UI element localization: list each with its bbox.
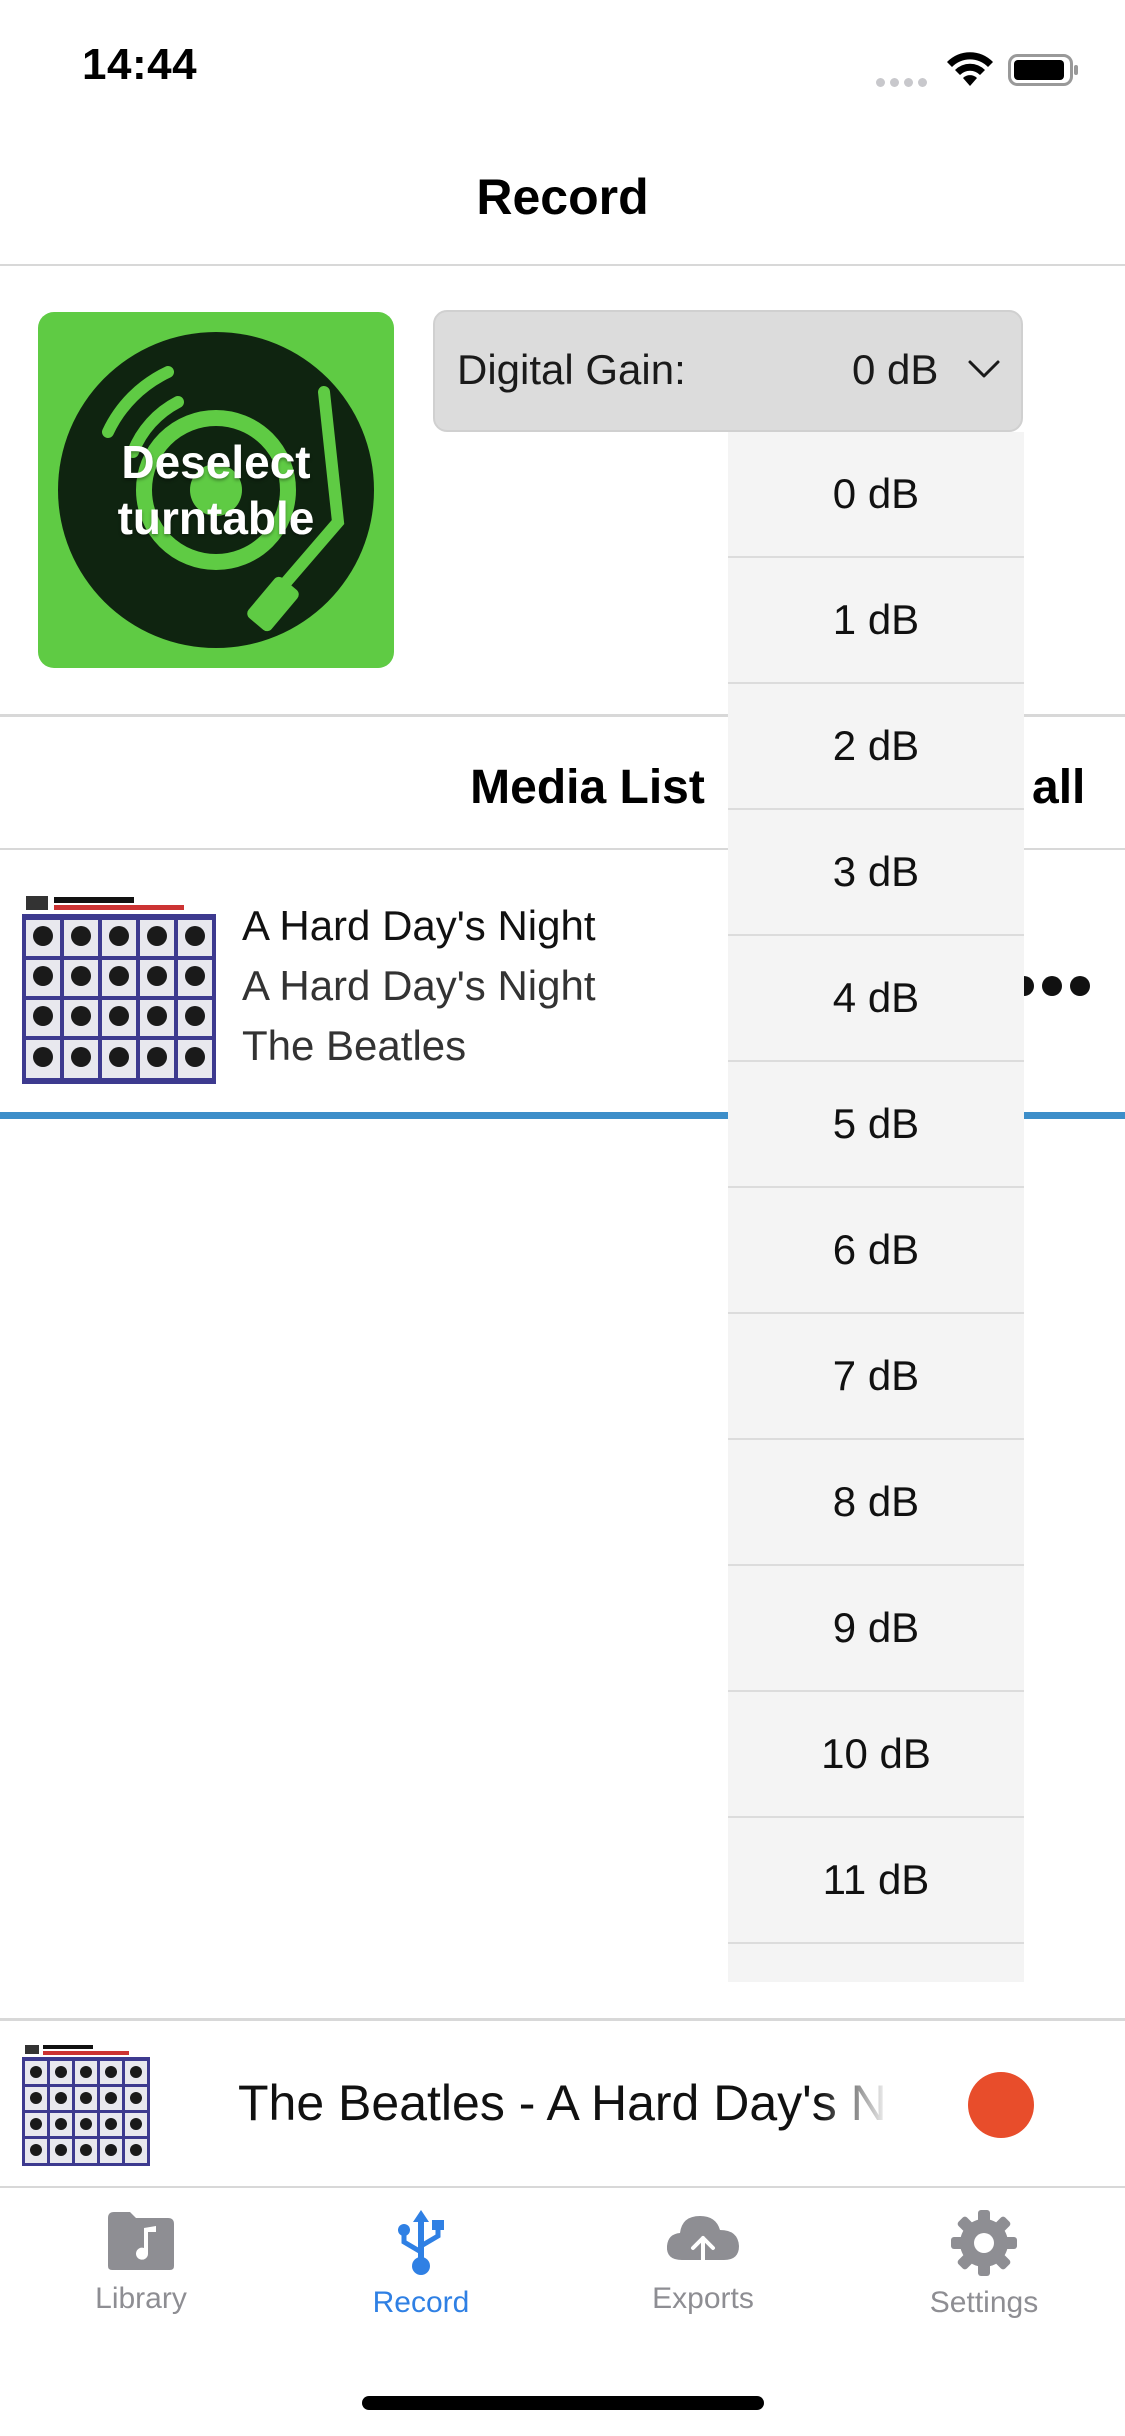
now-playing-title-container: The Beatles - A Hard Day's Night (238, 2074, 884, 2144)
wifi-icon (947, 52, 993, 86)
tab-library[interactable]: Library (0, 2208, 282, 2316)
more-dots-icon[interactable] (1010, 966, 1110, 1006)
battery-icon (1008, 54, 1078, 86)
chevron-down-icon (968, 360, 1000, 378)
gain-options-dropdown[interactable]: 0 dB 1 dB 2 dB 3 dB 4 dB 5 dB 6 dB 7 dB … (728, 432, 1024, 1982)
gain-option[interactable]: 0 dB (728, 432, 1024, 558)
usb-icon (398, 2210, 444, 2275)
now-playing-fade (820, 2070, 890, 2146)
now-playing-album-art (22, 2042, 150, 2166)
tab-record[interactable]: Record (280, 2208, 562, 2320)
deselect-turntable-button[interactable]: Deselect turntable (38, 312, 394, 668)
record-button[interactable] (968, 2072, 1034, 2138)
gain-option[interactable]: 7 dB (728, 1314, 1024, 1440)
gain-option[interactable]: 8 dB (728, 1440, 1024, 1566)
gain-option[interactable]: 5 dB (728, 1062, 1024, 1188)
tab-settings[interactable]: Settings (843, 2208, 1125, 2320)
gain-option[interactable]: 2 dB (728, 684, 1024, 810)
tab-settings-label: Settings (929, 2286, 1039, 2319)
tab-exports-label: Exports (652, 2282, 754, 2315)
gain-option[interactable]: 11 dB (728, 1818, 1024, 1944)
tab-exports[interactable]: Exports (562, 2208, 844, 2316)
gain-option[interactable]: 4 dB (728, 936, 1024, 1062)
status-time: 14:44 (82, 40, 198, 89)
album-art (22, 892, 216, 1084)
signal-dots-icon (876, 74, 932, 87)
digital-gain-label: Digital Gain: (457, 346, 686, 393)
gain-option[interactable]: 3 dB (728, 810, 1024, 936)
tab-record-label: Record (372, 2286, 470, 2319)
tab-bar-divider (0, 2186, 1125, 2188)
gain-option[interactable]: 9 dB (728, 1566, 1024, 1692)
turntable-label: Deselect turntable (117, 436, 315, 544)
gain-option[interactable]: 10 dB (728, 1692, 1024, 1818)
now-playing-divider (0, 2018, 1125, 2021)
home-indicator[interactable] (362, 2396, 764, 2410)
digital-gain-value: 0 dB (852, 346, 939, 393)
page-title: Record (476, 169, 649, 225)
gain-option[interactable]: 6 dB (728, 1188, 1024, 1314)
gear-icon (951, 2210, 1017, 2276)
gain-option[interactable]: 1 dB (728, 558, 1024, 684)
now-playing-title: The Beatles - A Hard Day's Night (238, 2075, 884, 2131)
track-title: A Hard Day's Night (242, 902, 596, 949)
track-album: A Hard Day's Night (242, 962, 596, 1009)
folder-music-icon (108, 2212, 174, 2270)
track-artist: The Beatles (242, 1022, 467, 1069)
tab-library-label: Library (95, 2282, 187, 2315)
cloud-upload-icon (666, 2216, 739, 2270)
